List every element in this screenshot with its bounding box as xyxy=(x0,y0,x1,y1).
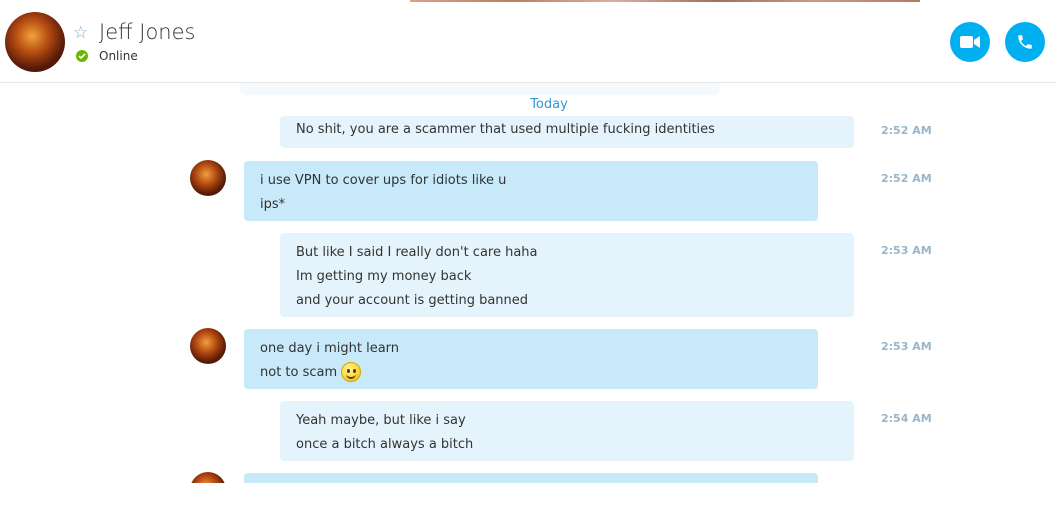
message-text: and your account is getting banned xyxy=(296,293,529,308)
message-timestamp: 2:52 AM xyxy=(881,172,932,185)
message-bubble-outgoing[interactable]: But like I said I really don't care haha… xyxy=(280,233,854,317)
message-text: once a bitch always a bitch xyxy=(296,437,474,452)
message-bubble-outgoing[interactable]: Yeah maybe, but like i say once a bitch … xyxy=(280,401,854,461)
smile-emoji-icon xyxy=(341,361,362,382)
message-bubble-incoming[interactable]: i use VPN to cover ups for idiots like u… xyxy=(244,161,818,221)
message-text: Im getting my money back xyxy=(296,269,472,284)
conversation-header: ☆ Jeff Jones Online xyxy=(0,0,1056,83)
message-bubble-incoming[interactable] xyxy=(244,473,818,483)
phone-icon xyxy=(1018,35,1032,49)
message-line: not to scam xyxy=(260,361,802,385)
contact-avatar[interactable] xyxy=(5,12,65,72)
contact-name[interactable]: Jeff Jones xyxy=(99,20,195,44)
message-timestamp: 2:52 AM xyxy=(881,124,932,137)
favorite-star-icon[interactable]: ☆ xyxy=(73,24,91,42)
message-timestamp: 2:54 AM xyxy=(881,412,932,425)
message-text: No shit, you are a scammer that used mul… xyxy=(296,122,715,137)
message-text: But like I said I really don't care haha xyxy=(296,245,538,260)
message-text: one day i might learn xyxy=(260,341,400,356)
message-bubble-incoming[interactable]: one day i might learn not to scam xyxy=(244,329,818,389)
message-text: ips* xyxy=(260,197,286,212)
date-separator: Today xyxy=(530,97,568,112)
online-status-icon xyxy=(76,50,88,62)
sender-avatar[interactable] xyxy=(190,160,226,196)
sender-avatar[interactable] xyxy=(190,328,226,364)
sender-avatar[interactable] xyxy=(190,472,226,483)
previous-message-fragment xyxy=(240,83,720,95)
audio-call-button[interactable] xyxy=(1005,22,1045,62)
message-text: not to scam xyxy=(260,365,338,380)
message-bubble-outgoing[interactable]: No shit, you are a scammer that used mul… xyxy=(280,116,854,148)
message-text: Yeah maybe, but like i say xyxy=(296,413,466,428)
message-text: i use VPN to cover ups for idiots like u xyxy=(260,173,507,188)
contact-status: Online xyxy=(99,49,138,63)
video-camera-icon xyxy=(960,36,980,48)
video-call-button[interactable] xyxy=(950,22,990,62)
message-list[interactable]: Today No shit, you are a scammer that us… xyxy=(0,83,1056,483)
message-timestamp: 2:53 AM xyxy=(881,340,932,353)
header-top-strip xyxy=(410,0,920,2)
message-timestamp: 2:53 AM xyxy=(881,244,932,257)
